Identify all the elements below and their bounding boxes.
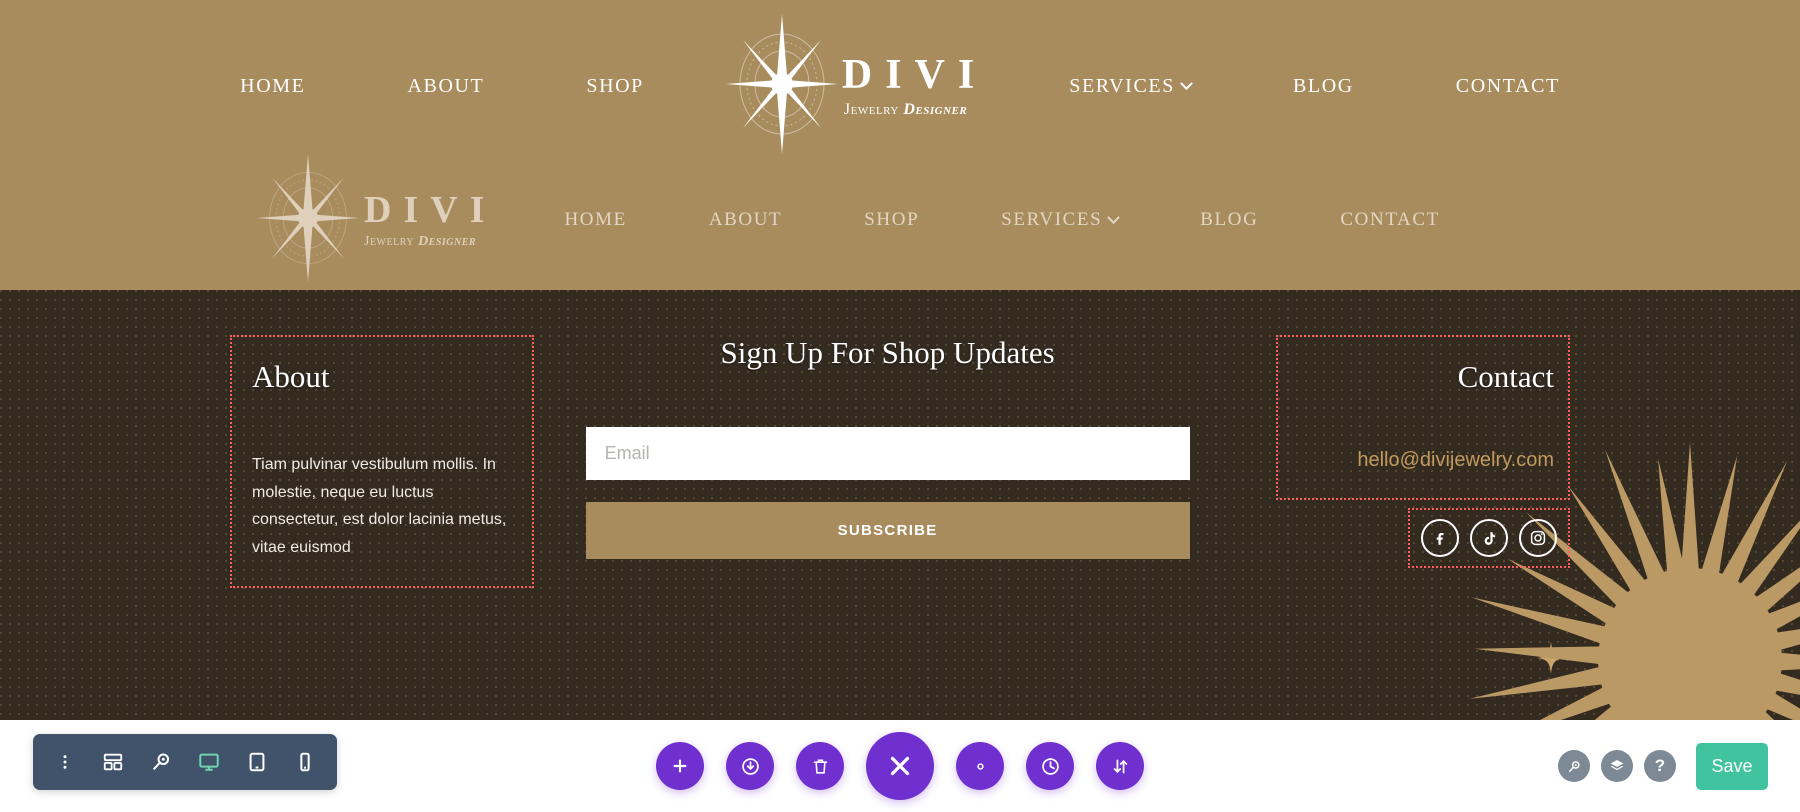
nav-item-label: Shop bbox=[864, 209, 920, 230]
signup-heading: Sign Up For Shop Updates bbox=[720, 335, 1055, 370]
site-header: Home About Shop bbox=[0, 0, 1800, 290]
desktop-view-icon[interactable] bbox=[185, 734, 233, 790]
compass-star-logo-icon bbox=[256, 153, 360, 287]
zoom-out-view-icon[interactable] bbox=[137, 734, 185, 790]
help-button[interactable]: ? bbox=[1644, 750, 1676, 782]
builder-right-dock: ? Save bbox=[1558, 720, 1768, 812]
nav-item-blog[interactable]: Blog bbox=[1291, 69, 1356, 104]
nav-item-label: Services bbox=[1069, 74, 1175, 97]
email-input[interactable] bbox=[585, 427, 1190, 480]
primary-nav-left: Home About Shop bbox=[238, 69, 646, 104]
contact-module-selection[interactable]: Contact hello@divijewelry.com bbox=[1275, 335, 1570, 500]
footer-column-signup: Sign Up For Shop Updates SUBSCRIBE bbox=[585, 335, 1190, 559]
about-heading: About bbox=[252, 359, 330, 394]
add-section-button[interactable] bbox=[656, 742, 704, 790]
nav-item-label: Blog bbox=[1200, 209, 1259, 230]
secondary-nav-links: Home About Shop Services Blog Contact bbox=[562, 203, 1441, 237]
site-logo-primary[interactable]: DIVI Jewelry Designer bbox=[725, 13, 987, 159]
settings-button[interactable] bbox=[956, 742, 1004, 790]
nav-item-services[interactable]: Services bbox=[1067, 69, 1193, 104]
nav-item-label: Contact bbox=[1340, 209, 1440, 230]
editing-history-button[interactable] bbox=[1026, 742, 1074, 790]
sidebar-nav-item-shop[interactable]: Shop bbox=[862, 203, 921, 237]
page-root: Home About Shop bbox=[0, 0, 1800, 812]
nav-item-label: Shop bbox=[586, 74, 644, 97]
subscribe-button[interactable]: SUBSCRIBE bbox=[585, 502, 1190, 559]
chevron-down-icon bbox=[1107, 210, 1121, 224]
nav-item-label: Home bbox=[240, 74, 306, 97]
nav-item-label: About bbox=[407, 74, 485, 97]
logo-tagline: Jewelry Designer bbox=[364, 234, 477, 249]
builder-left-dock bbox=[33, 734, 337, 790]
more-options-icon[interactable] bbox=[41, 734, 89, 790]
instagram-icon[interactable] bbox=[1519, 519, 1557, 557]
delete-button[interactable] bbox=[796, 742, 844, 790]
contact-email-link[interactable]: hello@divijewelry.com bbox=[1294, 449, 1554, 472]
footer-column-about[interactable]: About Tiam pulvinar vestibulum mollis. I… bbox=[230, 335, 534, 588]
tiktok-icon[interactable] bbox=[1470, 519, 1508, 557]
tablet-view-icon[interactable] bbox=[233, 734, 281, 790]
search-button[interactable] bbox=[1558, 750, 1590, 782]
layers-button[interactable] bbox=[1601, 750, 1633, 782]
sidebar-nav-item-services[interactable]: Services bbox=[999, 203, 1121, 237]
footer-column-contact: Contact hello@divijewelry.com bbox=[1275, 335, 1570, 568]
footer-columns: About Tiam pulvinar vestibulum mollis. I… bbox=[0, 290, 1800, 720]
site-logo-secondary[interactable]: DIVI Jewelry Designer bbox=[256, 153, 496, 287]
nav-item-about[interactable]: About bbox=[405, 69, 486, 104]
chevron-down-icon bbox=[1180, 76, 1193, 90]
logo-wordmark: DIVI Jewelry Designer bbox=[842, 54, 987, 118]
nav-item-contact[interactable]: Contact bbox=[1454, 69, 1562, 104]
site-footer: About Tiam pulvinar vestibulum mollis. I… bbox=[0, 290, 1800, 720]
sidebar-nav-item-about[interactable]: About bbox=[707, 203, 784, 237]
save-button[interactable]: Save bbox=[1696, 742, 1768, 790]
logo-brand-name: DIVI bbox=[841, 52, 988, 98]
logo-tagline: Jewelry Designer bbox=[843, 101, 968, 118]
sidebar-nav-item-blog[interactable]: Blog bbox=[1198, 203, 1260, 237]
logo-wordmark: DIVI Jewelry Designer bbox=[364, 191, 496, 249]
visual-builder-bar: ? Save bbox=[0, 720, 1800, 812]
nav-item-label: About bbox=[708, 209, 783, 230]
save-draft-button[interactable] bbox=[726, 742, 774, 790]
nav-item-home[interactable]: Home bbox=[238, 69, 307, 104]
contact-heading: Contact bbox=[1457, 359, 1554, 394]
portability-button[interactable] bbox=[1096, 742, 1144, 790]
facebook-icon[interactable] bbox=[1421, 519, 1459, 557]
nav-item-shop[interactable]: Shop bbox=[584, 69, 646, 104]
sidebar-nav-item-home[interactable]: Home bbox=[562, 203, 628, 237]
nav-item-label: Home bbox=[564, 209, 627, 230]
primary-navigation: Home About Shop bbox=[0, 0, 1800, 172]
about-body-text: Tiam pulvinar vestibulum mollis. In mole… bbox=[252, 456, 507, 557]
primary-nav-right: Services Blog Contact bbox=[1067, 69, 1562, 104]
nav-item-label: Contact bbox=[1455, 74, 1560, 97]
secondary-navigation: DIVI Jewelry Designer Home About Shop Se… bbox=[0, 150, 1800, 290]
about-module-selection[interactable]: About Tiam pulvinar vestibulum mollis. I… bbox=[230, 335, 534, 588]
logo-brand-name: DIVI bbox=[364, 189, 497, 231]
nav-item-label: Services bbox=[1001, 209, 1103, 230]
phone-view-icon[interactable] bbox=[281, 734, 329, 790]
wireframe-view-icon[interactable] bbox=[89, 734, 137, 790]
close-builder-menu-button[interactable] bbox=[866, 732, 934, 800]
compass-star-logo-icon bbox=[725, 13, 838, 159]
social-follow-module-selection[interactable] bbox=[1408, 508, 1570, 568]
sidebar-nav-item-contact[interactable]: Contact bbox=[1338, 203, 1441, 237]
nav-item-label: Blog bbox=[1292, 74, 1354, 97]
